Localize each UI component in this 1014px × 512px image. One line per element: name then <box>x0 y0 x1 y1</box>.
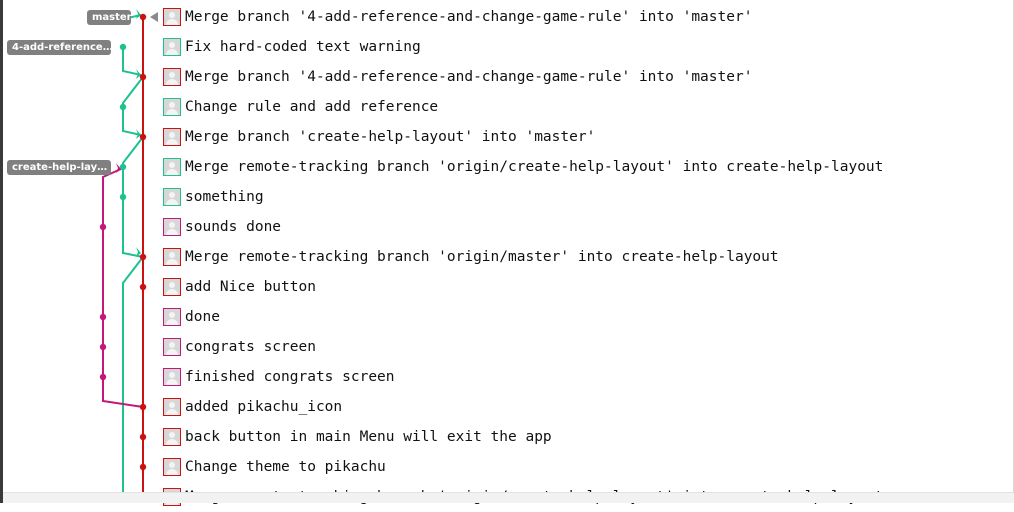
commit-message: sounds done <box>185 219 282 235</box>
commit-node[interactable] <box>139 403 147 411</box>
commit-message: Change rule and add reference <box>185 99 439 115</box>
author-avatar-icon <box>163 338 181 356</box>
commit-row[interactable]: finished congrats screen <box>160 362 395 392</box>
commit-row[interactable]: back button in main Menu will exit the a… <box>160 422 552 452</box>
horizontal-scrollbar[interactable] <box>3 492 1014 503</box>
commit-node[interactable] <box>139 433 147 441</box>
author-avatar-icon <box>163 428 181 446</box>
commit-message: Merge branch 'create-help-layout' into '… <box>185 129 596 145</box>
commit-row[interactable]: added pikachu_icon <box>160 392 342 422</box>
commit-node[interactable] <box>139 283 147 291</box>
author-avatar-icon <box>163 218 181 236</box>
commit-node[interactable] <box>139 13 147 21</box>
head-pointer-icon <box>150 12 158 22</box>
commit-node[interactable] <box>99 373 107 381</box>
branch-label-master[interactable]: master <box>87 10 131 25</box>
commit-graph <box>99 9 147 503</box>
author-avatar-icon <box>163 38 181 56</box>
commit-node[interactable] <box>119 193 127 201</box>
branch-label-create-help-layout[interactable]: create-help-lay… <box>7 160 111 175</box>
commit-row[interactable]: Merge remote-tracking branch 'origin/mas… <box>160 242 779 272</box>
author-avatar-icon <box>163 308 181 326</box>
commit-row[interactable]: add Nice button <box>160 272 316 302</box>
commit-node[interactable] <box>99 313 107 321</box>
commit-message: something <box>185 189 264 205</box>
author-avatar-icon <box>163 68 181 86</box>
commit-node[interactable] <box>119 43 127 51</box>
commit-row[interactable]: congrats screen <box>160 332 316 362</box>
commit-row[interactable]: Merge branch '4-add-reference-and-change… <box>160 2 752 32</box>
commit-message: Merge branch '4-add-reference-and-change… <box>185 69 753 85</box>
commit-row[interactable]: Fix hard-coded text warning <box>160 32 421 62</box>
commit-message: add Nice button <box>185 279 316 295</box>
author-avatar-icon <box>163 8 181 26</box>
commit-node[interactable] <box>119 163 127 171</box>
commit-row[interactable]: Change theme to pikachu <box>160 452 386 482</box>
branch-label-4-add-reference[interactable]: 4-add-reference… <box>7 40 111 55</box>
commit-message: added pikachu_icon <box>185 399 343 415</box>
feature-merge-line <box>122 47 142 76</box>
commit-row[interactable]: Merge branch 'create-help-layout' into '… <box>160 122 595 152</box>
commit-node[interactable] <box>139 463 147 471</box>
commit-row[interactable]: Merge remote-tracking branch 'origin/cre… <box>160 152 883 182</box>
commit-node[interactable] <box>99 223 107 231</box>
commit-node[interactable] <box>139 73 147 81</box>
author-avatar-icon <box>163 98 181 116</box>
author-avatar-icon <box>163 188 181 206</box>
commit-node[interactable] <box>139 253 147 261</box>
commit-message: Fix hard-coded text warning <box>185 39 421 55</box>
author-avatar-icon <box>163 128 181 146</box>
commit-row[interactable]: Change rule and add reference <box>160 92 438 122</box>
commit-message: Merge remote-tracking branch 'origin/cre… <box>185 159 884 175</box>
author-avatar-icon <box>163 458 181 476</box>
commit-message: back button in main Menu will exit the a… <box>185 429 552 445</box>
author-avatar-icon <box>163 278 181 296</box>
author-avatar-icon <box>163 398 181 416</box>
commit-node[interactable] <box>119 103 127 111</box>
commit-message: Merge branch '4-add-reference-and-change… <box>185 9 753 25</box>
commit-row[interactable]: something <box>160 182 264 212</box>
commit-message: Merge remote-tracking branch 'origin/mas… <box>185 249 779 265</box>
author-avatar-icon <box>163 248 181 266</box>
commit-row[interactable]: sounds done <box>160 212 281 242</box>
author-avatar-icon <box>163 368 181 386</box>
commit-row[interactable]: done <box>160 302 220 332</box>
commit-message: congrats screen <box>185 339 316 355</box>
commit-message: finished congrats screen <box>185 369 395 385</box>
commit-message: Change theme to pikachu <box>185 459 386 475</box>
commit-node[interactable] <box>139 133 147 141</box>
author-avatar-icon <box>163 158 181 176</box>
commit-node[interactable] <box>99 343 107 351</box>
commit-row[interactable]: Merge branch '4-add-reference-and-change… <box>160 62 752 92</box>
commit-message: done <box>185 309 220 325</box>
